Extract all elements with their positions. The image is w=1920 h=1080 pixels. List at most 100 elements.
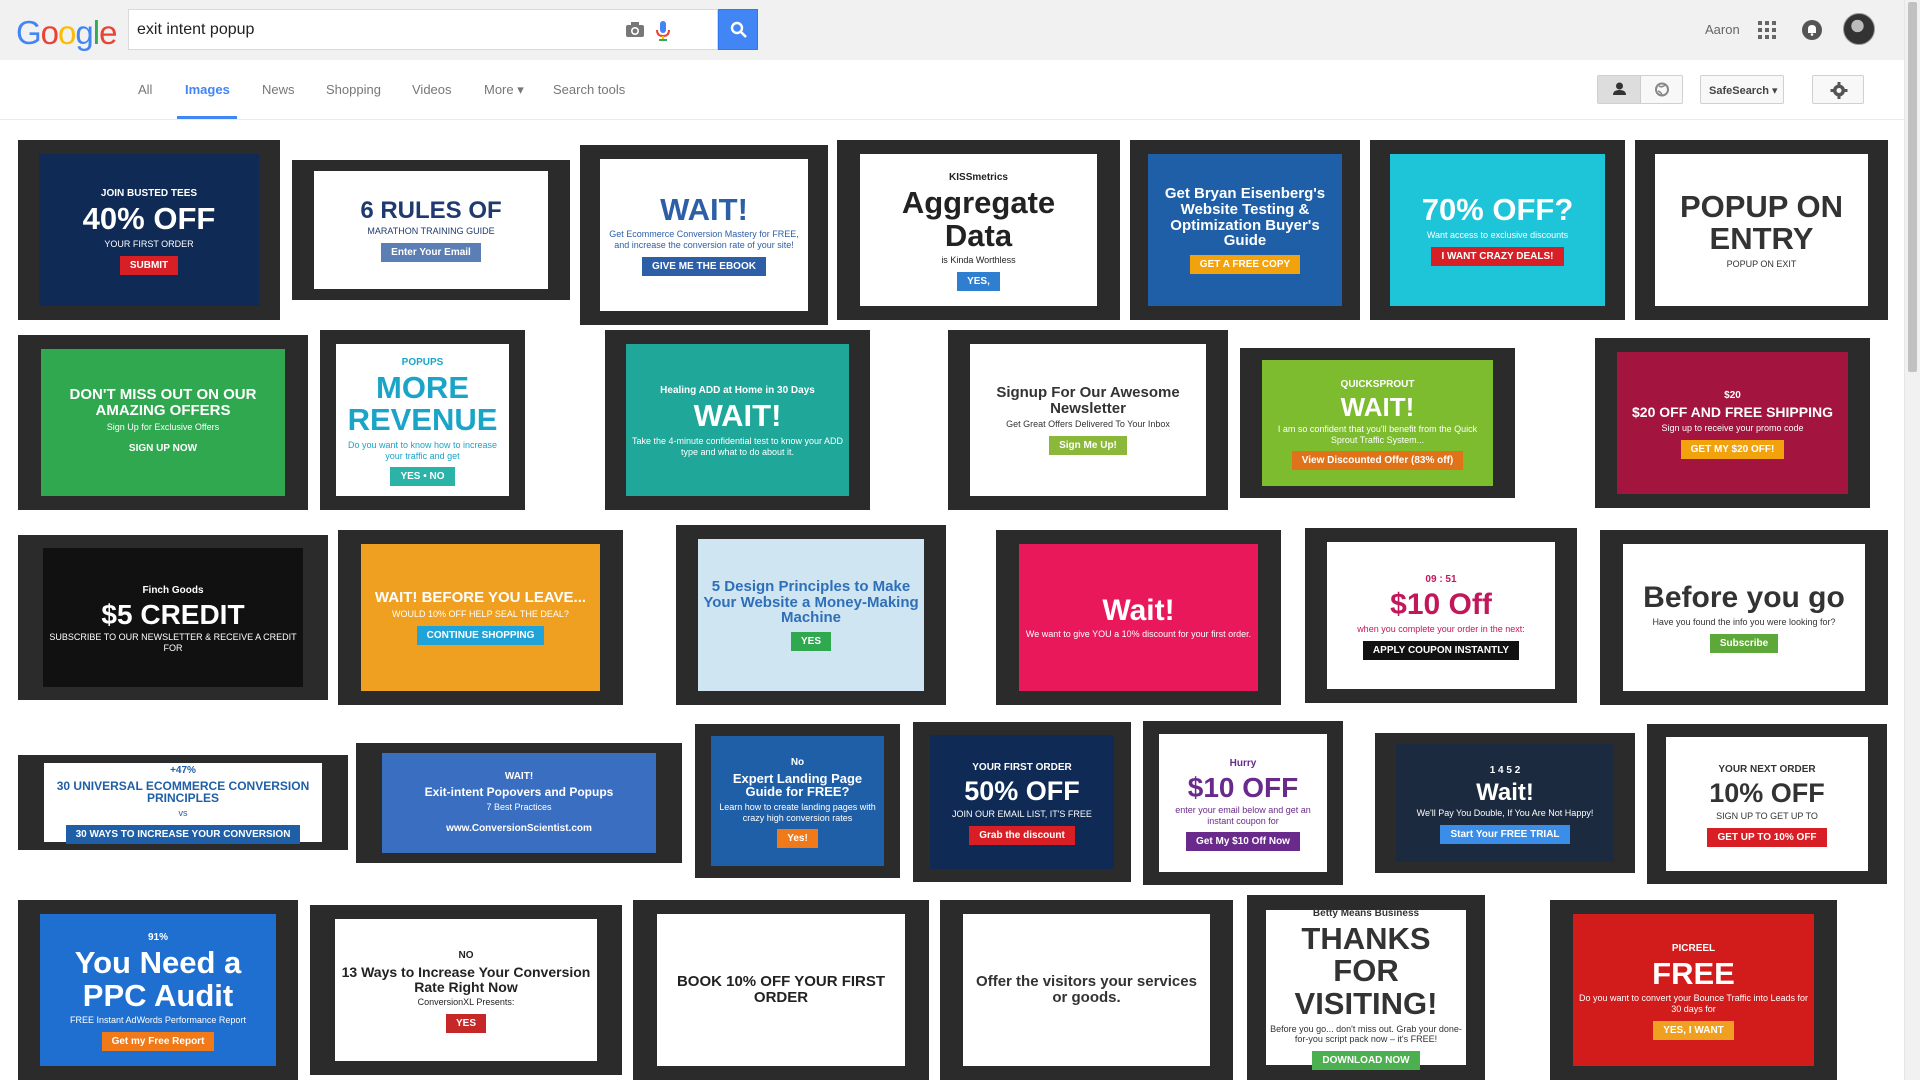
image-result[interactable]: $20 $20 OFF AND FREE SHIPPING Sign up to r… [1595, 338, 1870, 508]
popup-preview: DON'T MISS OUT ON OUR AMAZING OFFERS Sign… [41, 349, 285, 496]
image-result[interactable]: JOIN BUSTED TEES 40% OFF YOUR FIRST ORDER S… [18, 140, 280, 320]
image-result[interactable]: Get Bryan Eisenberg's Website Testing & … [1130, 140, 1360, 320]
popup-preview: YOUR NEXT ORDER 10% OFF SIGN UP TO GET UP … [1666, 737, 1868, 871]
popup-subtext: I am so confident that you'll benefit fr… [1277, 423, 1478, 445]
image-result[interactable]: Finch Goods $5 CREDIT SUBSCRIBE TO OUR NEW… [18, 535, 328, 700]
scrollbar-thumb[interactable] [1908, 2, 1917, 372]
image-result[interactable]: 70% OFF? Want access to exclusive discoun… [1370, 140, 1625, 320]
popup-cta-button: SUBMIT [119, 255, 179, 275]
popup-headline: $10 OFF [1187, 771, 1299, 803]
popup-cta-button: YES, I WANT [1653, 1021, 1734, 1041]
popup-cta-button: Grab the discount [969, 825, 1075, 845]
personal-results-button[interactable] [1598, 76, 1641, 103]
image-result[interactable]: 09 : 51 $10 Off when you complete your ord… [1305, 528, 1577, 703]
popup-headline: Wait! [1102, 593, 1175, 627]
image-result[interactable]: 5 Design Principles to Make Your Website… [676, 525, 946, 705]
image-result[interactable]: 91% You Need a PPC Audit FREE Instant AdWo… [18, 900, 298, 1080]
image-result[interactable]: DON'T MISS OUT ON OUR AMAZING OFFERS Sign… [18, 335, 308, 510]
nav-bar: All Images News Shopping Videos More ▾ S… [0, 60, 1920, 120]
image-result[interactable]: Healing ADD at Home in 30 Days WAIT! Take … [605, 330, 870, 510]
image-result[interactable]: +47% 30 UNIVERSAL ECOMMERCE CONVERSION PR… [18, 755, 348, 850]
camera-icon[interactable] [625, 20, 645, 40]
popup-label: Hurry [1229, 757, 1257, 769]
image-result[interactable]: 6 RULES OF MARATHON TRAINING GUIDE Enter Y… [292, 160, 570, 300]
popup-cta-button: www.ConversionScientist.com [436, 818, 602, 838]
image-result[interactable]: WAIT! BEFORE YOU LEAVE... WOULD 10% OFF H… [338, 530, 623, 705]
popup-subtext: JOIN OUR EMAIL LIST, IT'S FREE [952, 808, 1092, 819]
popup-subtext: Before you go... don't miss out. Grab yo… [1270, 1023, 1462, 1045]
image-result[interactable]: YOUR FIRST ORDER 50% OFF JOIN OUR EMAIL LI… [913, 722, 1131, 882]
settings-button[interactable] [1812, 75, 1864, 104]
popup-preview: 5 Design Principles to Make Your Website… [698, 539, 924, 691]
image-result[interactable]: No Expert Landing Page Guide for FREE? Lea… [695, 724, 900, 878]
user-name[interactable]: Aaron [1705, 22, 1740, 37]
popup-headline: DON'T MISS OUT ON OUR AMAZING OFFERS [69, 386, 257, 420]
popup-headline: THANKS FOR VISITING! [1294, 920, 1438, 1021]
image-result[interactable]: KISSmetrics Aggregate Data is Kinda Worthl… [837, 140, 1120, 320]
person-icon [1613, 82, 1626, 95]
tab-images[interactable]: Images [185, 82, 230, 97]
popup-subtext: FREE Instant AdWords Performance Report [70, 1015, 246, 1026]
search-input[interactable] [137, 18, 517, 42]
popup-headline: WAIT! [1340, 391, 1415, 422]
popup-headline: Exit-intent Popovers and Popups [424, 785, 614, 800]
user-avatar[interactable] [1843, 13, 1875, 45]
popup-preview: Betty Means Business THANKS FOR VISITING!… [1266, 908, 1466, 1071]
popup-cta-button: GET UP TO 10% OFF [1707, 827, 1827, 847]
notifications-bell-icon[interactable] [1802, 20, 1822, 40]
global-results-button[interactable] [1641, 76, 1683, 103]
popup-cta-button: Get my Free Report [101, 1031, 215, 1051]
popup-subtext: ConversionXL Presents: [417, 997, 515, 1008]
popup-subtext: vs [178, 807, 188, 818]
image-result[interactable]: PICREEL FREE Do you want to convert your B… [1550, 900, 1837, 1080]
tab-videos[interactable]: Videos [412, 82, 452, 97]
image-result[interactable]: POPUPS MORE REVENUE Do you want to know ho… [320, 330, 525, 510]
logo-letter: e [99, 14, 117, 51]
image-result[interactable]: 1 4 5 2 Wait! We'll Pay You Double, If You… [1375, 733, 1635, 873]
microphone-icon[interactable] [655, 20, 671, 42]
popup-headline: 70% OFF? [1421, 192, 1574, 228]
image-result[interactable]: Betty Means Business THANKS FOR VISITING!… [1247, 895, 1485, 1080]
popup-headline: 13 Ways to Increase Your Conversion Rate… [341, 963, 591, 995]
image-result[interactable]: YOUR NEXT ORDER 10% OFF SIGN UP TO GET UP … [1647, 724, 1887, 884]
tab-news[interactable]: News [262, 82, 295, 97]
tab-search-tools[interactable]: Search tools [553, 82, 625, 97]
safesearch-dropdown[interactable]: SafeSearch ▾ [1700, 75, 1784, 104]
active-tab-indicator [177, 116, 237, 119]
popup-preview: $20 $20 OFF AND FREE SHIPPING Sign up to r… [1617, 352, 1848, 494]
popup-label: Healing ADD at Home in 30 Days [660, 385, 815, 397]
image-result[interactable]: WAIT! Get Ecommerce Conversion Mastery fo… [580, 145, 828, 325]
image-result[interactable]: Offer the visitors your services or good… [940, 900, 1233, 1080]
page-scrollbar[interactable] [1904, 0, 1920, 1080]
google-logo[interactable]: Google [16, 14, 117, 52]
image-result[interactable]: Hurry $10 OFF enter your email below and g… [1143, 721, 1343, 885]
search-button[interactable] [718, 9, 758, 50]
popup-preview: 09 : 51 $10 Off when you complete your ord… [1327, 542, 1555, 689]
image-result[interactable]: Wait! We want to give YOU a 10% discount … [996, 530, 1281, 705]
popup-subtext: Sign up to receive your promo code [1661, 422, 1804, 433]
globe-icon [1655, 82, 1669, 97]
popup-headline: Expert Landing Page Guide for FREE? [732, 770, 863, 800]
popup-preview: PICREEL FREE Do you want to convert your B… [1573, 914, 1814, 1066]
image-result[interactable]: QUICKSPROUT WAIT! I am so confident that y… [1240, 348, 1515, 498]
popup-cta-button: Get My $10 Off Now [1186, 832, 1300, 852]
tab-all[interactable]: All [138, 82, 152, 97]
popup-label: WAIT! [504, 771, 534, 783]
logo-letter: g [75, 14, 93, 51]
popup-preview: YOUR FIRST ORDER 50% OFF JOIN OUR EMAIL LI… [930, 735, 1114, 869]
search-box [128, 9, 718, 50]
popup-headline: POPUP ON ENTRY [1679, 188, 1844, 257]
tab-more[interactable]: More ▾ [484, 82, 524, 98]
popup-cta-button: SIGN UP NOW [118, 438, 208, 458]
image-result[interactable]: NO 13 Ways to Increase Your Conversion Ra… [310, 905, 622, 1075]
image-result[interactable]: BOOK 10% OFF YOUR FIRST ORDER [633, 900, 929, 1080]
apps-grid-icon[interactable] [1758, 21, 1776, 39]
popup-headline: 30 UNIVERSAL ECOMMERCE CONVERSION PRINCI… [56, 778, 310, 806]
tab-shopping[interactable]: Shopping [326, 82, 381, 97]
popup-headline: Signup For Our Awesome Newsletter [996, 383, 1180, 417]
image-result[interactable]: POPUP ON ENTRY POPUP ON EXIT [1635, 140, 1888, 320]
image-result[interactable]: WAIT! Exit-intent Popovers and Popups 7 Be… [356, 743, 682, 863]
image-result[interactable]: Signup For Our Awesome Newsletter Get Gre… [948, 330, 1228, 510]
image-result[interactable]: Before you go Have you found the info you… [1600, 530, 1888, 705]
popup-subtext: YOUR FIRST ORDER [104, 238, 194, 249]
